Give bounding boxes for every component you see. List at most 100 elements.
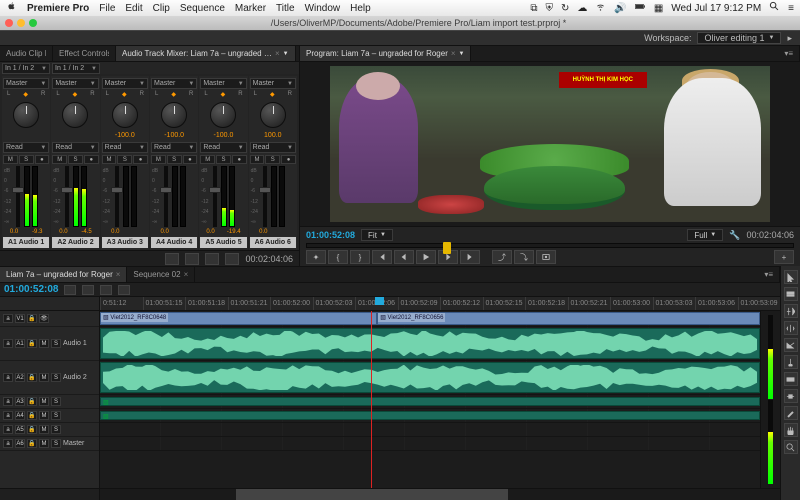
mute-button[interactable]: M xyxy=(39,425,49,434)
slide-tool[interactable] xyxy=(784,389,798,403)
audio-clip[interactable] xyxy=(100,328,760,359)
lock-icon[interactable]: 🔒 xyxy=(27,339,37,348)
pan-knob[interactable] xyxy=(161,102,187,128)
menu-file[interactable]: File xyxy=(99,3,115,14)
panel-menu-icon[interactable]: ▾≡ xyxy=(758,267,780,282)
tab-audio-mixer[interactable]: Audio Track Mixer: Liam 7a – ungraded fo… xyxy=(116,46,296,61)
play-button[interactable] xyxy=(185,253,199,265)
settings-button[interactable] xyxy=(118,285,130,295)
lock-icon[interactable]: 🔒 xyxy=(27,373,37,382)
source-patch[interactable]: a xyxy=(3,397,13,406)
pen-tool[interactable] xyxy=(784,406,798,420)
workspace-menu-icon[interactable]: ▸ xyxy=(787,33,792,44)
program-tab[interactable]: Program: Liam 7a – ungraded for Roger×▼ xyxy=(300,46,471,61)
solo-button[interactable]: S xyxy=(51,411,61,420)
program-viewer[interactable]: HUỲNH THỊ KIM HỌC xyxy=(300,62,800,226)
audio-clip[interactable]: ▧ xyxy=(100,411,760,420)
menu-clip[interactable]: Clip xyxy=(153,3,170,14)
track-target[interactable]: V1 xyxy=(15,314,25,323)
zoom-tool[interactable] xyxy=(784,440,798,454)
source-patch[interactable]: a xyxy=(3,411,13,420)
source-patch[interactable]: a xyxy=(3,339,13,348)
db-value[interactable]: 0.0 xyxy=(259,229,267,235)
timeline-ruler[interactable]: 0:51:1201:00:51:1501:00:51:1801:00:51:21… xyxy=(0,297,780,311)
track-header-a3[interactable]: aA3🔒MS xyxy=(0,395,99,409)
lock-icon[interactable]: 🔒 xyxy=(27,425,37,434)
quality-dropdown[interactable]: Full ▼ xyxy=(687,229,723,241)
record-button[interactable]: ● xyxy=(232,155,247,164)
rolling-tool[interactable] xyxy=(784,321,798,335)
selection-tool[interactable] xyxy=(784,270,798,284)
extract-button[interactable]: ⤵ xyxy=(514,250,534,264)
mute-button[interactable]: M xyxy=(39,411,49,420)
shield-icon[interactable]: ⛨ xyxy=(545,3,553,14)
audio-lane[interactable] xyxy=(100,437,760,451)
close-icon[interactable]: × xyxy=(451,49,456,58)
mute-button[interactable]: M xyxy=(3,155,18,164)
eye-icon[interactable]: 👁 xyxy=(39,314,49,323)
battery-icon[interactable] xyxy=(635,1,646,15)
timeline-hscroll[interactable] xyxy=(100,489,780,500)
mute-button[interactable]: M xyxy=(250,155,265,164)
solo-button[interactable]: S xyxy=(216,155,231,164)
mark-out-button[interactable]: } xyxy=(350,250,370,264)
volume-fader[interactable] xyxy=(65,166,69,227)
output-routing-dropdown[interactable]: Master▼ xyxy=(52,78,98,89)
channel-name[interactable]: A6 Audio 6 xyxy=(250,237,296,248)
wifi-icon[interactable] xyxy=(595,1,606,15)
automation-mode-dropdown[interactable]: Read▼ xyxy=(151,142,197,153)
ripple-tool[interactable] xyxy=(784,304,798,318)
audio-lane[interactable]: ▧ xyxy=(100,395,760,409)
channel-name[interactable]: A5 Audio 5 xyxy=(200,237,246,248)
solo-button[interactable]: S xyxy=(68,155,83,164)
sync-icon[interactable]: ↻ xyxy=(561,3,569,14)
audio-lane[interactable] xyxy=(100,423,760,437)
button-editor[interactable]: + xyxy=(774,250,794,264)
tab-source[interactable]: Audio Clip Effect xyxy=(0,46,53,61)
audio-clip[interactable]: ▧ xyxy=(100,397,760,406)
menu-edit[interactable]: Edit xyxy=(125,3,142,14)
export-frame-button[interactable] xyxy=(536,250,556,264)
output-routing-dropdown[interactable]: Master▼ xyxy=(200,78,246,89)
db-value[interactable]: 0.0 xyxy=(206,229,214,235)
close-icon[interactable]: × xyxy=(184,270,189,279)
track-header-a6[interactable]: aA6🔒MSMaster xyxy=(0,437,99,451)
step-back-button[interactable] xyxy=(394,250,414,264)
close-icon[interactable]: × xyxy=(116,270,121,279)
video-clip[interactable]: ▧ Viet2012_RF8C0648 xyxy=(100,312,377,325)
solo-button[interactable]: S xyxy=(117,155,132,164)
pan-value[interactable]: -100.0 xyxy=(214,132,234,140)
record-button[interactable] xyxy=(225,253,239,265)
pan-knob[interactable] xyxy=(260,102,286,128)
menu-title[interactable]: Title xyxy=(276,3,295,14)
mute-button[interactable]: M xyxy=(39,373,49,382)
close-window-button[interactable] xyxy=(5,19,13,27)
input-dropdown[interactable]: In 1 / In 2▼ xyxy=(52,63,100,74)
channel-name[interactable]: A4 Audio 4 xyxy=(151,237,197,248)
track-header-a1[interactable]: aA1🔒MSAudio 1 xyxy=(0,327,99,361)
mark-in-button[interactable]: { xyxy=(328,250,348,264)
goto-in-button[interactable] xyxy=(372,250,392,264)
menu-app[interactable]: Premiere Pro xyxy=(27,3,89,14)
solo-button[interactable]: S xyxy=(51,439,61,448)
output-routing-dropdown[interactable]: Master▼ xyxy=(250,78,296,89)
track-target[interactable]: A6 xyxy=(15,439,25,448)
output-routing-dropdown[interactable]: Master▼ xyxy=(151,78,197,89)
source-patch[interactable]: a xyxy=(3,425,13,434)
track-select-tool[interactable] xyxy=(784,287,798,301)
record-button[interactable]: ● xyxy=(281,155,296,164)
volume-fader[interactable] xyxy=(213,166,217,227)
audio-lane[interactable]: ▧ xyxy=(100,409,760,423)
menu-sequence[interactable]: Sequence xyxy=(180,3,225,14)
record-button[interactable]: ● xyxy=(84,155,99,164)
output-routing-dropdown[interactable]: Master▼ xyxy=(102,78,148,89)
linked-selection-button[interactable] xyxy=(82,285,94,295)
speaker-icon[interactable]: 🔊 xyxy=(614,3,626,14)
db-value[interactable]: 0.0 xyxy=(59,229,67,235)
menu-help[interactable]: Help xyxy=(350,3,371,14)
pan-knob[interactable] xyxy=(112,102,138,128)
output-routing-dropdown[interactable]: Master▼ xyxy=(3,78,49,89)
video-clip[interactable]: ▧ Viet2012_RF8C0656 xyxy=(377,312,760,325)
audio-lane[interactable] xyxy=(100,327,760,361)
channel-name[interactable]: A2 Audio 2 xyxy=(52,237,98,248)
